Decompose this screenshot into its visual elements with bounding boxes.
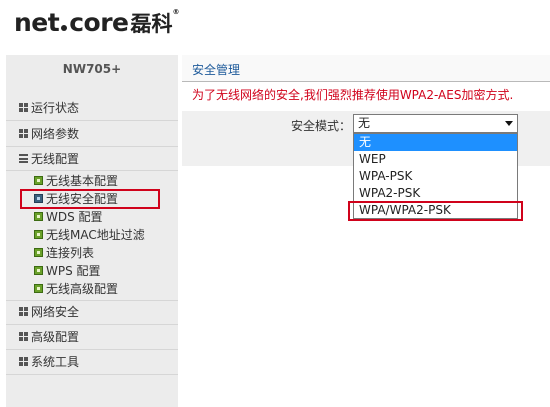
page-title: 安全管理 xyxy=(182,55,550,82)
option-none[interactable]: 无 xyxy=(354,134,517,151)
sidebar-item-label: 高级配置 xyxy=(31,330,80,344)
divider xyxy=(6,146,178,147)
sub-item-mac-filter[interactable]: 无线MAC地址过滤 xyxy=(6,226,178,244)
highlight-box-security-config xyxy=(20,189,160,209)
sub-item-wireless-basic[interactable]: 无线基本配置 xyxy=(6,172,178,190)
divider xyxy=(6,300,178,301)
sub-item-wds[interactable]: WDS 配置 xyxy=(6,208,178,226)
logo-text-net: net xyxy=(14,8,60,37)
sub-item-connection-list[interactable]: 连接列表 xyxy=(6,244,178,262)
page-icon xyxy=(34,230,43,239)
highlight-box-wpa-wpa2-psk xyxy=(348,201,523,221)
divider xyxy=(6,349,178,350)
security-tip: 为了无线网络的安全,我们强烈推荐使用WPA2-AES加密方式. xyxy=(192,88,514,102)
page-icon xyxy=(34,284,43,293)
option-wpa2-psk[interactable]: WPA2-PSK xyxy=(354,185,517,202)
sub-item-label: WPS 配置 xyxy=(46,264,101,278)
grid-icon xyxy=(19,103,28,112)
security-mode-label: 安全模式： xyxy=(291,119,352,133)
sidebar-item-network-security[interactable]: 网络安全 xyxy=(6,302,178,322)
registered-mark: ® xyxy=(172,8,180,16)
sidebar: NW705+ 运行状态 网络参数 无线配置 无线基本配置 无线安全配置 WDS … xyxy=(6,55,178,407)
grid-icon xyxy=(19,129,28,138)
netcore-logo: net core 磊科® xyxy=(14,8,180,44)
sidebar-item-advanced-config[interactable]: 高级配置 xyxy=(6,327,178,347)
option-wep[interactable]: WEP xyxy=(354,151,517,168)
divider xyxy=(6,120,178,121)
sub-item-wps[interactable]: WPS 配置 xyxy=(6,262,178,280)
logo-text-cn: 磊科® xyxy=(131,8,180,38)
dropdown-arrow-icon xyxy=(505,121,513,126)
sidebar-item-label: 运行状态 xyxy=(31,101,80,115)
menu-icon xyxy=(19,154,28,163)
divider xyxy=(6,324,178,325)
divider xyxy=(6,374,178,375)
sidebar-item-run-status[interactable]: 运行状态 xyxy=(6,98,178,118)
sidebar-item-network-params[interactable]: 网络参数 xyxy=(6,124,178,144)
grid-icon xyxy=(19,357,28,366)
sidebar-item-wireless-config[interactable]: 无线配置 xyxy=(6,149,178,169)
security-mode-select[interactable]: 无 xyxy=(353,114,518,133)
model-name: NW705+ xyxy=(62,62,122,76)
security-mode-value: 无 xyxy=(358,116,371,130)
grid-icon xyxy=(19,332,28,341)
sidebar-item-label: 网络安全 xyxy=(31,305,80,319)
divider xyxy=(6,170,178,171)
grid-icon xyxy=(19,307,28,316)
sub-item-wireless-advanced[interactable]: 无线高级配置 xyxy=(6,280,178,298)
sub-item-label: WDS 配置 xyxy=(46,210,103,224)
logo-dot-icon xyxy=(61,25,68,31)
sidebar-item-label: 网络参数 xyxy=(31,127,80,141)
sub-item-label: 无线MAC地址过滤 xyxy=(46,228,145,242)
sub-item-label: 无线高级配置 xyxy=(46,282,119,296)
sidebar-item-label: 无线配置 xyxy=(31,152,80,166)
sub-item-label: 连接列表 xyxy=(46,246,95,260)
logo-cn-text: 磊科 xyxy=(130,12,173,36)
page-icon xyxy=(34,248,43,257)
page-icon xyxy=(34,212,43,221)
page-icon xyxy=(34,266,43,275)
option-wpa-psk[interactable]: WPA-PSK xyxy=(354,168,517,185)
sub-item-label: 无线基本配置 xyxy=(46,174,119,188)
sidebar-item-system-tools[interactable]: 系统工具 xyxy=(6,352,178,372)
sidebar-item-label: 系统工具 xyxy=(31,355,80,369)
logo-text-core: core xyxy=(69,8,129,37)
main-panel: 安全管理 为了无线网络的安全,我们强烈推荐使用WPA2-AES加密方式. 安全模… xyxy=(182,55,550,407)
page-icon xyxy=(34,176,43,185)
